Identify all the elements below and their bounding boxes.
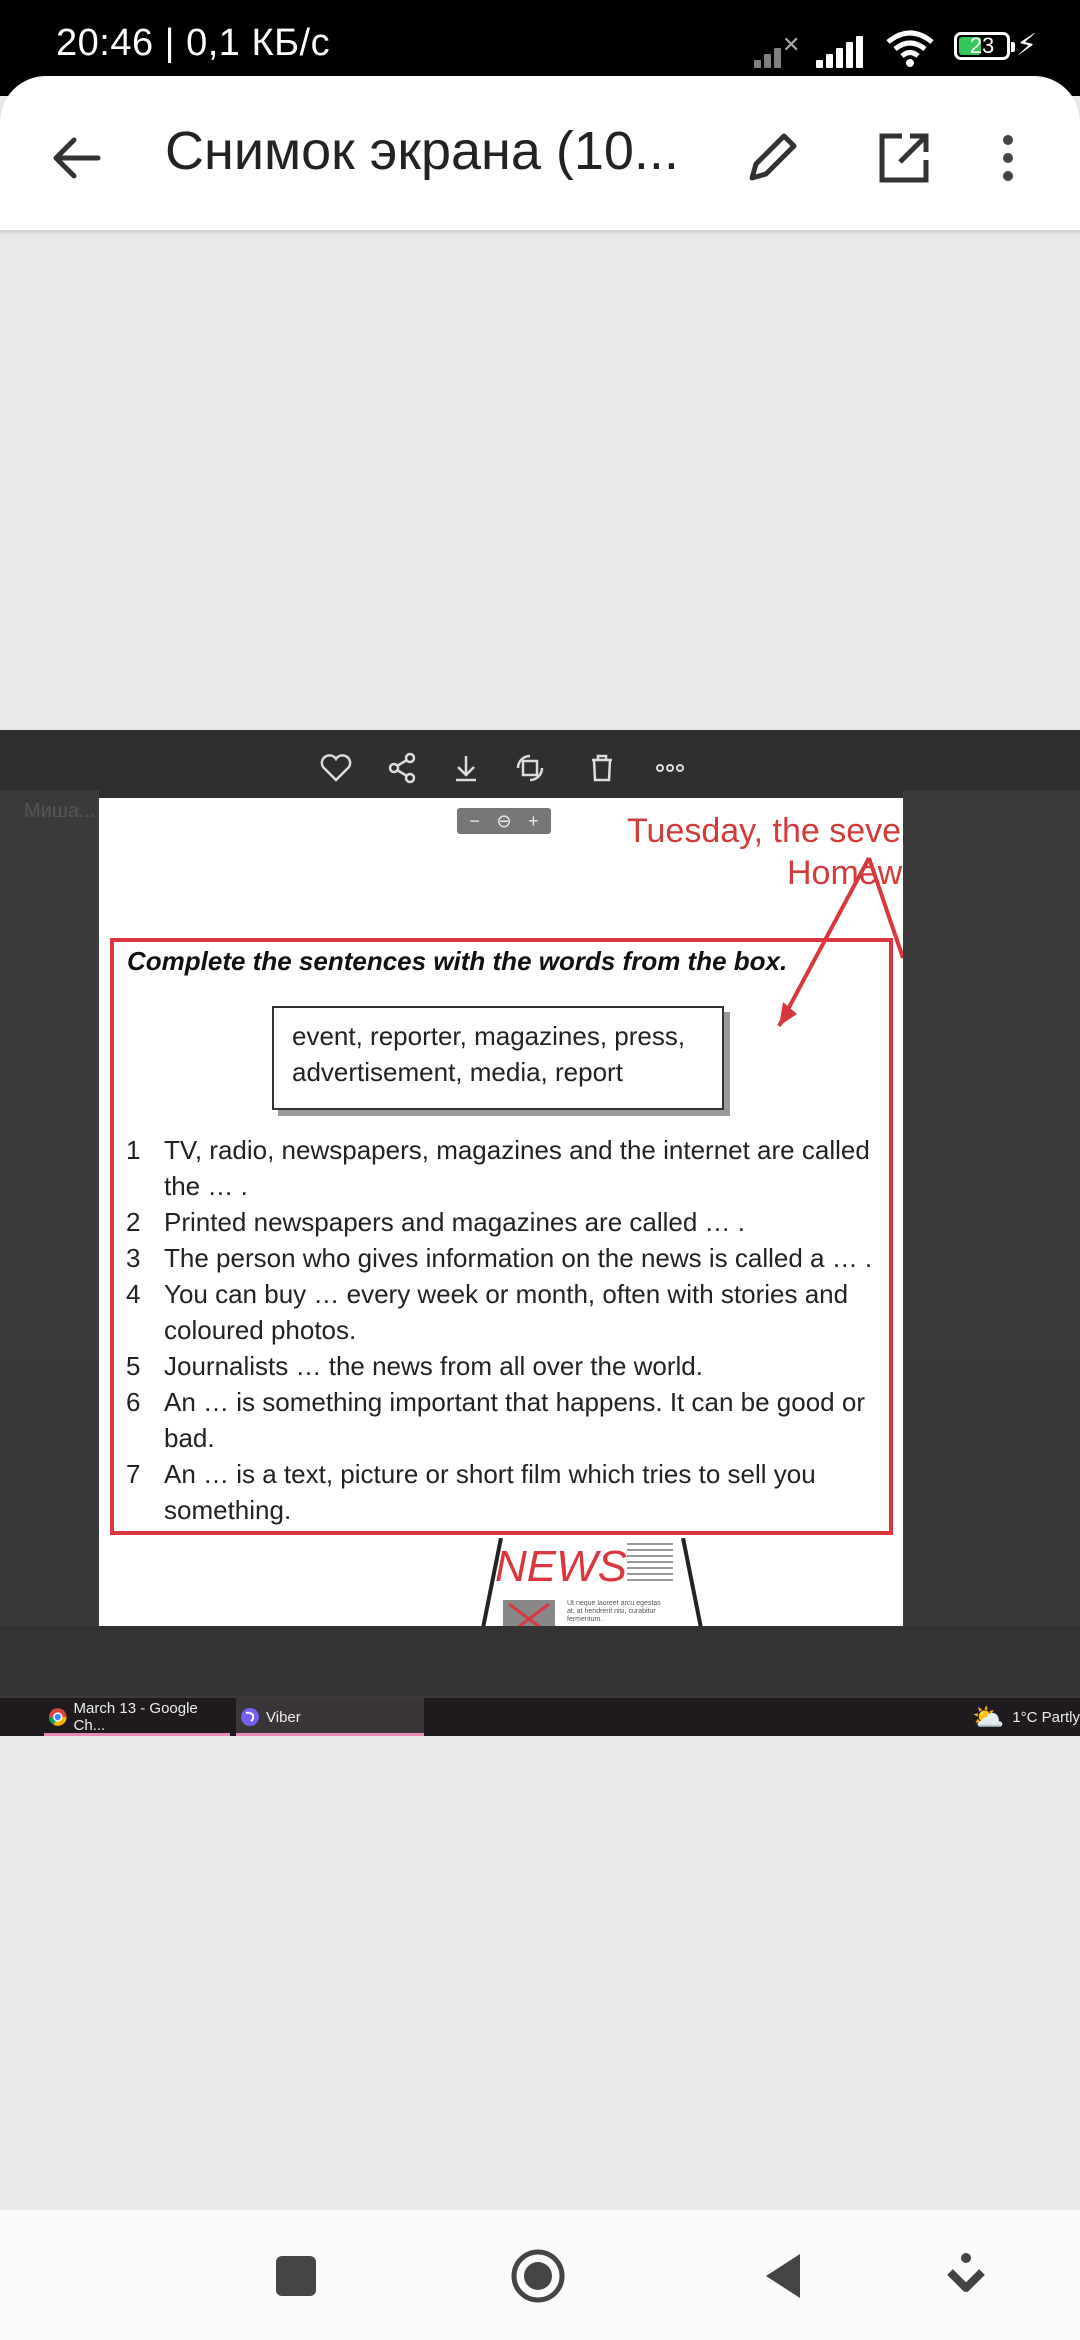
image-bottom-band: [0, 1626, 1080, 1696]
app-toolbar: Снимок экрана (10...: [0, 76, 1080, 230]
item-text: An … is a text, picture or short film wh…: [164, 1459, 816, 1525]
windows-taskbar: March 13 - Google Ch... Viber ⛅ 1°C Part…: [0, 1698, 1080, 1736]
item-number: 6: [126, 1387, 141, 1417]
item-number: 2: [126, 1207, 141, 1237]
viber-icon: [241, 1708, 259, 1726]
news-body-text: Ut neque laoreet arcu egestas at, at hen…: [567, 1600, 661, 1623]
back-arrow-icon[interactable]: [44, 126, 108, 190]
wifi-icon: [886, 30, 934, 67]
exercise-item: 3 The person who gives information on the…: [122, 1240, 902, 1276]
page-title: Снимок экрана (10...: [165, 121, 679, 181]
more-horiz-icon[interactable]: [652, 750, 688, 786]
weather-label: 1°C Partly: [1012, 1708, 1080, 1726]
edit-pencil-icon[interactable]: [740, 126, 804, 190]
exercise-item: 4 You can buy … every week or month, ofte…: [122, 1276, 902, 1348]
taskbar-weather[interactable]: ⛅ 1°C Partly: [972, 1698, 1080, 1736]
exercise-item: 5 Journalists … the news from all over th…: [122, 1348, 902, 1384]
word-box: event, reporter, magazines, press, adver…: [272, 1006, 724, 1110]
recents-square-icon[interactable]: [268, 2248, 324, 2304]
back-triangle-icon[interactable]: [756, 2248, 812, 2304]
news-title: NEWS: [495, 1542, 627, 1591]
trash-icon[interactable]: [584, 750, 620, 786]
exercise-instruction: Complete the sentences with the words fr…: [127, 946, 788, 976]
item-text: An … is something important that happens…: [164, 1387, 865, 1453]
status-time: 20:46 | 0,1 КБ/с: [56, 22, 331, 64]
hide-navbar-icon[interactable]: [938, 2248, 994, 2304]
item-number: 4: [126, 1279, 141, 1309]
weather-partly-cloudy-icon: ⛅: [971, 1701, 1005, 1732]
battery-icon: 23: [954, 32, 1015, 60]
status-icons: ✕ 23 ⚡: [754, 28, 1038, 68]
item-text: Journalists … the news from all over the…: [164, 1351, 703, 1381]
rotate-icon[interactable]: [512, 750, 548, 786]
taskbar-chrome-label: March 13 - Google Ch...: [73, 1700, 198, 1734]
exercise-item: 6 An … is something important that happen…: [122, 1384, 902, 1456]
blurred-contact-name: Миша...: [24, 800, 96, 822]
item-text: TV, radio, newspapers, magazines and the…: [164, 1135, 870, 1201]
screenshot-image: Миша... − ⊖ + Tuesday, the seve Homew Co…: [0, 730, 1080, 1736]
taskbar-chrome[interactable]: March 13 - Google Ch...: [44, 1698, 230, 1736]
item-number: 3: [126, 1243, 141, 1273]
exercise-box: Complete the sentences with the words fr…: [110, 938, 893, 1535]
exercise-items: 1 TV, radio, newspapers, magazines and th…: [122, 1132, 902, 1528]
system-navigation-bar: [0, 2210, 1080, 2340]
item-text: You can buy … every week or month, often…: [164, 1279, 849, 1345]
home-circle-icon[interactable]: [510, 2248, 566, 2304]
battery-level: 23: [969, 33, 995, 58]
download-icon[interactable]: [448, 750, 484, 786]
taskbar-active-indicator: [236, 1733, 424, 1736]
item-text: Printed newspapers and magazines are cal…: [164, 1207, 745, 1237]
item-number: 1: [126, 1135, 141, 1165]
exercise-item: 1 TV, radio, newspapers, magazines and th…: [122, 1132, 902, 1204]
exercise-item: 2 Printed newspapers and magazines are ca…: [122, 1204, 902, 1240]
exercise-item: 7 An … is a text, picture or short film w…: [122, 1456, 902, 1528]
item-number: 7: [126, 1459, 141, 1489]
chrome-icon: [48, 1708, 67, 1726]
heart-icon[interactable]: [318, 750, 354, 786]
item-number: 5: [126, 1351, 141, 1381]
news-illustration: NEWS Ut neque laoreet arcu egestas at, a…: [477, 1538, 707, 1626]
open-external-icon[interactable]: [872, 126, 936, 190]
taskbar-viber[interactable]: Viber: [236, 1698, 424, 1736]
taskbar-active-indicator: [44, 1733, 230, 1736]
share-icon[interactable]: [384, 750, 420, 786]
background-panel-right: [903, 790, 1080, 1360]
taskbar-viber-label: Viber: [266, 1708, 301, 1726]
word-box-line: advertisement, media, report: [292, 1057, 623, 1087]
background-panel-left: Миша...: [0, 790, 99, 1360]
word-box-line: event, reporter, magazines, press,: [292, 1021, 686, 1051]
worksheet-page: − ⊖ + Tuesday, the seve Homew Complete t…: [99, 798, 903, 1626]
item-text: The person who gives information on the …: [164, 1243, 873, 1273]
charging-icon: ⚡: [1016, 29, 1038, 62]
more-vert-icon[interactable]: [988, 126, 1028, 190]
